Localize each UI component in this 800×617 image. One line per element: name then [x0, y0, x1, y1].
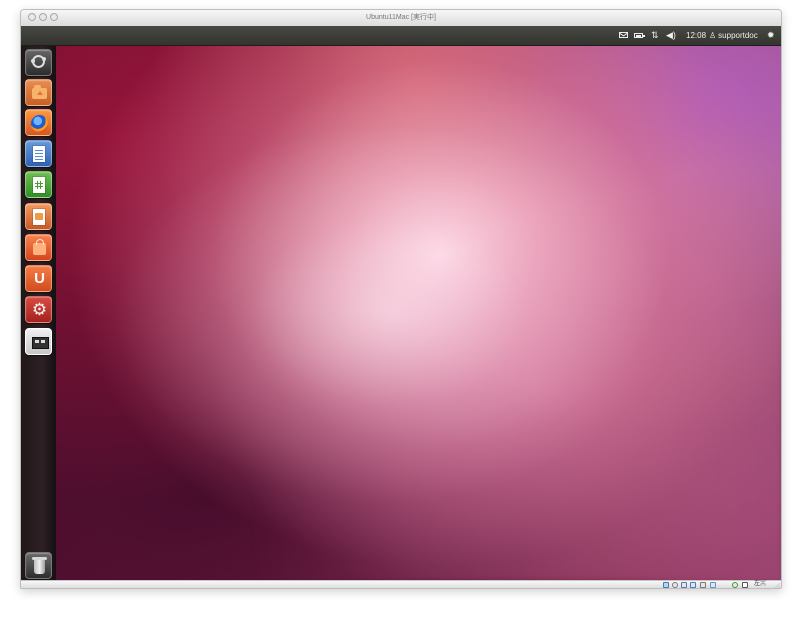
unity-launcher: U ⚙ [21, 46, 57, 580]
virtualbox-window: Ubuntu11Mac [実行中] ⇅ ◀) 12:08 ♙ supportdoc… [20, 9, 782, 589]
workspace-switcher-icon [32, 337, 49, 349]
ubuntu-software-center-launcher[interactable] [25, 234, 52, 261]
software-bag-icon [33, 239, 46, 255]
gear-icon[interactable]: ✹ [767, 26, 777, 45]
trash-icon [32, 557, 47, 574]
window-title: Ubuntu11Mac [実行中] [366, 14, 436, 21]
system-settings-launcher[interactable]: ⚙ [25, 296, 52, 323]
mail-icon[interactable] [618, 26, 629, 45]
impress-presentation-icon [33, 209, 45, 225]
firefox-launcher[interactable] [25, 109, 52, 136]
clock[interactable]: 12:08 [686, 26, 711, 45]
trash-launcher[interactable] [25, 552, 52, 579]
network-icon[interactable]: ⇅ [651, 26, 661, 45]
optical-drive-icon[interactable] [672, 582, 678, 588]
libreoffice-writer-launcher[interactable] [25, 140, 52, 167]
firefox-icon [31, 115, 48, 132]
resize-grip-icon[interactable] [775, 583, 780, 588]
capture-icon[interactable] [732, 582, 738, 588]
home-folder-launcher[interactable] [25, 79, 52, 106]
shared-folder-icon[interactable] [700, 582, 706, 588]
writer-document-icon [33, 146, 45, 162]
dash-home-button[interactable] [25, 49, 52, 76]
volume-icon[interactable]: ◀) [666, 26, 679, 45]
home-folder-icon [32, 85, 47, 99]
mac-window-titlebar: Ubuntu11Mac [実行中] [21, 10, 781, 27]
libreoffice-impress-launcher[interactable] [25, 203, 52, 230]
display-icon[interactable] [710, 582, 716, 588]
workspace-switcher-launcher[interactable] [25, 328, 52, 355]
ubuntu-one-launcher[interactable]: U [25, 265, 52, 292]
network-adapter-icon[interactable] [690, 582, 696, 588]
ubuntu-logo-icon [31, 55, 46, 68]
virtualbox-status-bar: 左⌘ [21, 580, 781, 588]
libreoffice-calc-launcher[interactable] [25, 171, 52, 198]
battery-icon[interactable] [633, 26, 645, 45]
ubuntu-one-icon: U [34, 270, 45, 287]
calc-spreadsheet-icon [33, 177, 45, 193]
user-menu[interactable]: ♙ supportdoc [709, 26, 769, 45]
usb-icon[interactable] [681, 582, 687, 588]
settings-tools-icon: ⚙ [31, 300, 48, 319]
ubuntu-top-panel: ⇅ ◀) 12:08 ♙ supportdoc ✹ [21, 26, 781, 46]
ubuntu-desktop-background [56, 46, 781, 580]
username: supportdoc [718, 31, 758, 40]
mouse-integration-icon[interactable] [742, 582, 748, 588]
storage-icon[interactable] [663, 582, 669, 588]
user-icon: ♙ [709, 31, 717, 40]
